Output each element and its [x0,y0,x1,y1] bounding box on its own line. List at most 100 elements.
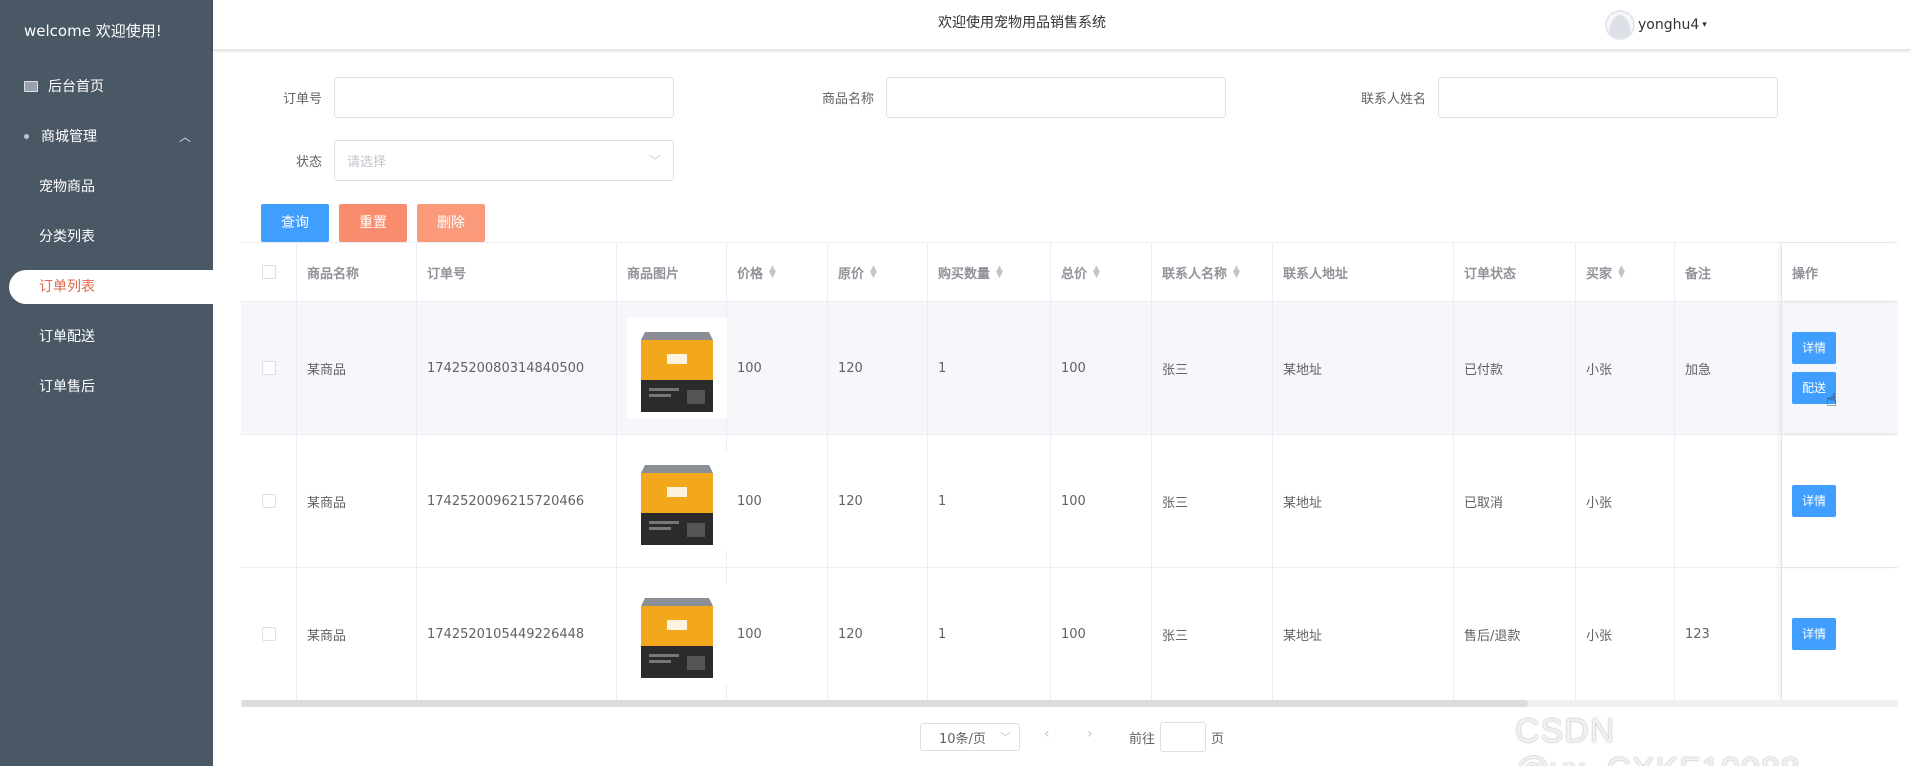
cell-product-image [617,302,727,434]
sort-icon[interactable]: ▲ ▼ [1233,265,1240,280]
sidebar-group-mall[interactable]: 商城管理 ︿ [0,112,213,162]
cell-note [1675,435,1782,567]
th-total[interactable]: 总价 ▲ ▼ [1051,243,1152,301]
product-name-label: 商品名称 [821,92,874,107]
contact-name-input[interactable] [1438,77,1778,118]
th-quantity-label: 购买数量 [938,266,991,282]
order-no-input[interactable] [334,77,674,118]
sort-icon[interactable]: ▲ ▼ [1093,265,1100,280]
product-name-field-row: 商品名称 [800,77,1226,118]
horizontal-scrollbar[interactable] [241,700,1898,707]
goto-suffix: 页 [1211,732,1225,747]
cell-price: 100 [727,435,828,567]
th-quantity[interactable]: 购买数量 ▲ ▼ [928,243,1051,301]
prev-page-icon[interactable]: ‹ [1044,726,1050,742]
cell-buyer: 小张 [1576,302,1675,434]
order-no-field-row: 订单号 [266,77,674,118]
delete-button[interactable]: 删除 [417,204,485,242]
cell-original-price: 120 [828,302,928,434]
contact-name-label: 联系人姓名 [1360,92,1426,107]
cell-contact-address: 某地址 [1273,302,1454,434]
product-image [627,318,727,418]
th-price[interactable]: 价格 ▲ ▼ [727,243,828,301]
goto-page-input[interactable] [1160,722,1206,752]
row-checkbox[interactable] [261,627,276,641]
cell-price: 100 [727,302,828,434]
detail-button[interactable]: 详情 [1792,332,1836,364]
sidebar-item-pet-products[interactable]: 宠物商品 [0,162,213,212]
th-note: 备注 [1675,243,1782,301]
row-select-cell[interactable] [241,435,297,567]
sidebar-item-order-list[interactable]: 订单列表 [9,270,213,304]
row-checkbox[interactable] [261,494,276,508]
user-menu[interactable]: yonghu4 ▾ [1605,10,1707,40]
table-header: 商品名称 订单号 商品图片 价格 ▲ ▼ 原价 ▲ ▼ 购买数量 ▲ ▼ 总价 ▲ ▼ 联系人名… [241,243,1898,302]
th-contact-name[interactable]: 联系人名称 ▲ ▼ [1152,243,1273,301]
cell-note: 123 [1675,568,1782,700]
sidebar-welcome: welcome 欢迎使用! [24,22,162,40]
cell-product-name: 某商品 [297,302,417,434]
query-button[interactable]: 查询 [261,204,329,242]
cell-original-price: 120 [828,568,928,700]
scrollbar-thumb[interactable] [241,700,1528,707]
sidebar-item-order-aftersale[interactable]: 订单售后 [0,362,213,412]
reset-button[interactable]: 重置 [339,204,407,242]
ship-button[interactable]: 配送 [1792,372,1836,404]
cell-quantity: 1 [928,568,1051,700]
sort-icon[interactable]: ▲ ▼ [769,265,776,280]
header-select-all[interactable] [241,243,297,301]
th-order-no: 订单号 [417,243,617,301]
row-select-cell[interactable] [241,302,297,434]
cell-order-status: 售后/退款 [1454,568,1576,700]
sort-icon[interactable]: ▲ ▼ [996,265,1003,280]
avatar [1605,10,1635,40]
sidebar-item-order-delivery[interactable]: 订单配送 [0,312,213,362]
contact-name-field-row: 联系人姓名 [1340,77,1778,118]
detail-button[interactable]: 详情 [1792,485,1836,517]
cell-product-image [617,568,727,700]
caret-down-icon: ▾ [1702,20,1707,30]
cell-contact-address: 某地址 [1273,435,1454,567]
th-original-price[interactable]: 原价 ▲ ▼ [828,243,928,301]
sort-icon[interactable]: ▲ ▼ [870,265,877,280]
cell-buyer: 小张 [1576,435,1675,567]
chevron-down-icon: ﹀ [1000,731,1011,744]
sidebar-item-category-list[interactable]: 分类列表 [0,212,213,262]
next-page-icon[interactable]: › [1087,726,1093,742]
detail-button[interactable]: 详情 [1792,618,1836,650]
sidebar-item-label: 后台首页 [48,79,104,95]
cell-contact-name: 张三 [1152,435,1273,567]
th-contact-name-label: 联系人名称 [1162,266,1228,282]
chevron-up-icon: ︿ [178,130,191,144]
th-buyer-label: 买家 [1586,266,1613,282]
select-all-checkbox[interactable] [261,265,276,279]
sort-icon[interactable]: ▲ ▼ [1618,265,1625,280]
page-size-value: 10条/页 [939,731,986,747]
row-select-cell[interactable] [241,568,297,700]
cell-quantity: 1 [928,435,1051,567]
monitor-icon [24,81,38,92]
cell-order-no: 1742520096215720466 [417,435,617,567]
cell-total: 100 [1051,435,1152,567]
goto-label: 前往 [1129,732,1156,747]
row-checkbox[interactable] [261,361,276,375]
cell-order-no: 1742520105449226448 [417,568,617,700]
sidebar-item-home[interactable]: 后台首页 [0,62,213,112]
th-buyer[interactable]: 买家 ▲ ▼ [1576,243,1675,301]
page-size-select[interactable]: 10条/页 ﹀ [920,723,1020,751]
product-name-input[interactable] [886,77,1226,118]
orders-table: 商品名称 订单号 商品图片 价格 ▲ ▼ 原价 ▲ ▼ 购买数量 ▲ ▼ 总价 ▲ ▼ 联系人名… [241,242,1898,701]
bullet-icon [24,134,29,139]
cell-order-status: 已付款 [1454,302,1576,434]
cell-contact-name: 张三 [1152,568,1273,700]
chevron-down-icon: ﹀ [648,154,661,168]
th-contact-address: 联系人地址 [1273,243,1454,301]
th-price-label: 价格 [737,266,764,282]
cell-original-price: 120 [828,435,928,567]
username: yonghu4 [1638,17,1700,33]
cell-operation: 详情 [1782,568,1898,700]
cell-order-no: 1742520080314840500 [417,302,617,434]
status-select[interactable]: 请选择 ﹀ [334,140,674,181]
sidebar-group-label: 商城管理 [41,129,97,145]
table-row: 某商品 1742520080314840500 100 120 1 100 张三… [241,302,1898,435]
